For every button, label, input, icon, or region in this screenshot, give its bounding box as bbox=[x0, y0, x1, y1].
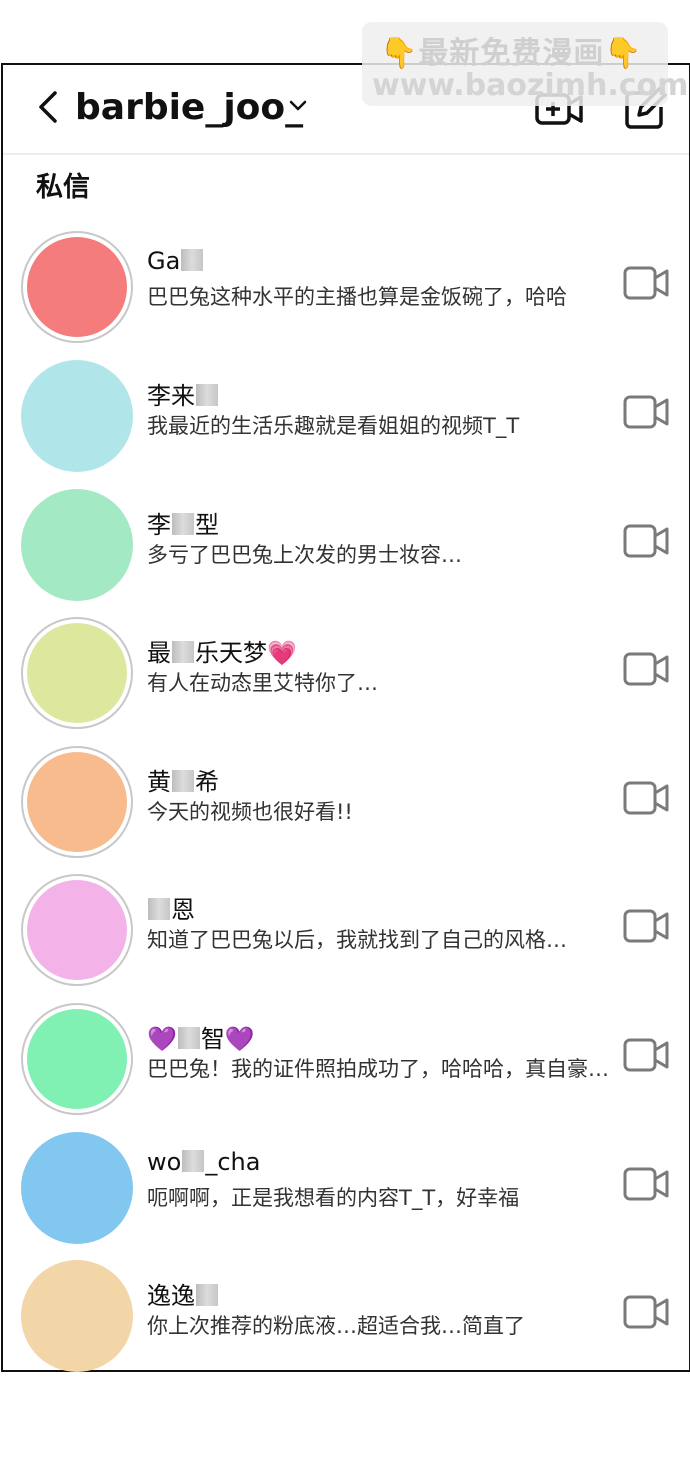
conversation-row[interactable]: Ga 巴巴兔这种水平的主播也算是金饭碗了，哈哈 bbox=[3, 225, 689, 353]
message-preview: 知道了巴巴兔以后，我就找到了自己的风格… bbox=[147, 928, 567, 952]
video-call-icon[interactable] bbox=[623, 908, 669, 944]
avatar[interactable] bbox=[21, 489, 133, 601]
video-call-icon[interactable] bbox=[623, 523, 669, 559]
pixelated-redaction bbox=[177, 1027, 200, 1049]
conversation-name: 💜 智💜 bbox=[147, 1025, 255, 1053]
video-call-icon[interactable] bbox=[623, 394, 669, 430]
conversation-name: 黄希 bbox=[147, 768, 219, 796]
pointing-hand-icon: 👇 bbox=[380, 36, 419, 71]
message-preview: 呃啊啊，正是我想看的内容T_T，好幸福 bbox=[147, 1186, 520, 1210]
watermark-line1: 👇最新免费漫画👇 bbox=[380, 36, 643, 71]
conversation-name: 恩 bbox=[147, 890, 195, 925]
message-preview: 有人在动态里艾特你了… bbox=[147, 671, 378, 695]
avatar[interactable] bbox=[21, 1003, 133, 1115]
conversation-row[interactable]: 最乐天梦💗 有人在动态里艾特你了… bbox=[3, 611, 689, 739]
watermark: 👇最新免费漫画👇 www.baozimh.com bbox=[362, 22, 688, 106]
avatar[interactable] bbox=[21, 617, 133, 729]
section-title-messages: 私信 bbox=[36, 172, 90, 203]
avatar[interactable] bbox=[21, 360, 133, 472]
message-preview: 多亏了巴巴兔上次发的男士妆容… bbox=[147, 543, 462, 567]
conversation-row[interactable]: 恩知道了巴巴兔以后，我就找到了自己的风格… bbox=[3, 868, 689, 996]
pixelated-redaction bbox=[172, 641, 194, 663]
watermark-line2: www.baozimh.com bbox=[372, 68, 689, 103]
avatar[interactable] bbox=[21, 1132, 133, 1244]
conversation-row[interactable]: 李来我最近的生活乐趣就是看姐姐的视频T_T bbox=[3, 354, 689, 482]
message-preview: 你上次推荐的粉底液…超适合我…简直了 bbox=[147, 1314, 525, 1338]
dm-screen: barbie_joo_ 私信 Ga 巴巴兔这种水平的主播也算是金饭碗了，哈哈李来我… bbox=[1, 63, 690, 1372]
pixelated-redaction bbox=[148, 898, 170, 920]
message-preview: 巴巴兔！我的证件照拍成功了，哈哈哈，真自豪… bbox=[147, 1057, 609, 1081]
avatar[interactable] bbox=[21, 231, 133, 343]
message-preview: 巴巴兔这种水平的主播也算是金饭碗了，哈哈 bbox=[147, 285, 567, 309]
pixelated-redaction bbox=[172, 513, 194, 535]
pointing-hand-icon: 👇 bbox=[604, 36, 643, 71]
avatar[interactable] bbox=[21, 1260, 133, 1372]
chevron-left-icon[interactable] bbox=[37, 91, 59, 123]
conversation-row[interactable]: 💜 智💜 巴巴兔！我的证件照拍成功了，哈哈哈，真自豪… bbox=[3, 997, 689, 1125]
conversation-name: Ga bbox=[147, 247, 204, 275]
message-preview: 我最近的生活乐趣就是看姐姐的视频T_T bbox=[147, 414, 520, 438]
video-call-icon[interactable] bbox=[623, 1037, 669, 1073]
conversation-row[interactable]: 黄希今天的视频也很好看!! bbox=[3, 740, 689, 868]
conversation-row[interactable]: 逸逸你上次推荐的粉底液…超适合我…简直了 bbox=[3, 1254, 689, 1382]
video-call-icon[interactable] bbox=[623, 651, 669, 687]
chevron-down-icon[interactable] bbox=[289, 99, 307, 113]
conversation-row[interactable]: 李型多亏了巴巴兔上次发的男士妆容… bbox=[3, 483, 689, 611]
video-call-icon[interactable] bbox=[623, 1294, 669, 1330]
pixelated-redaction bbox=[196, 1284, 218, 1306]
conversation-name: 李型 bbox=[147, 511, 219, 539]
conversation-name: 李来 bbox=[147, 376, 219, 411]
conversation-name: 逸逸 bbox=[147, 1276, 219, 1311]
conversation-name: 最乐天梦💗 bbox=[147, 639, 297, 667]
conversation-name: wo _cha bbox=[147, 1148, 261, 1176]
message-preview: 今天的视频也很好看!! bbox=[147, 800, 353, 824]
pixelated-redaction bbox=[196, 384, 218, 406]
account-title[interactable]: barbie_joo_ bbox=[75, 87, 303, 128]
avatar[interactable] bbox=[21, 874, 133, 986]
pixelated-redaction bbox=[182, 1150, 205, 1172]
video-call-icon[interactable] bbox=[623, 780, 669, 816]
video-call-icon[interactable] bbox=[623, 1166, 669, 1202]
pixelated-redaction bbox=[181, 249, 204, 271]
avatar[interactable] bbox=[21, 746, 133, 858]
conversation-row[interactable]: wo _cha 呃啊啊，正是我想看的内容T_T，好幸福 bbox=[3, 1126, 689, 1254]
video-call-icon[interactable] bbox=[623, 265, 669, 301]
pixelated-redaction bbox=[172, 770, 194, 792]
